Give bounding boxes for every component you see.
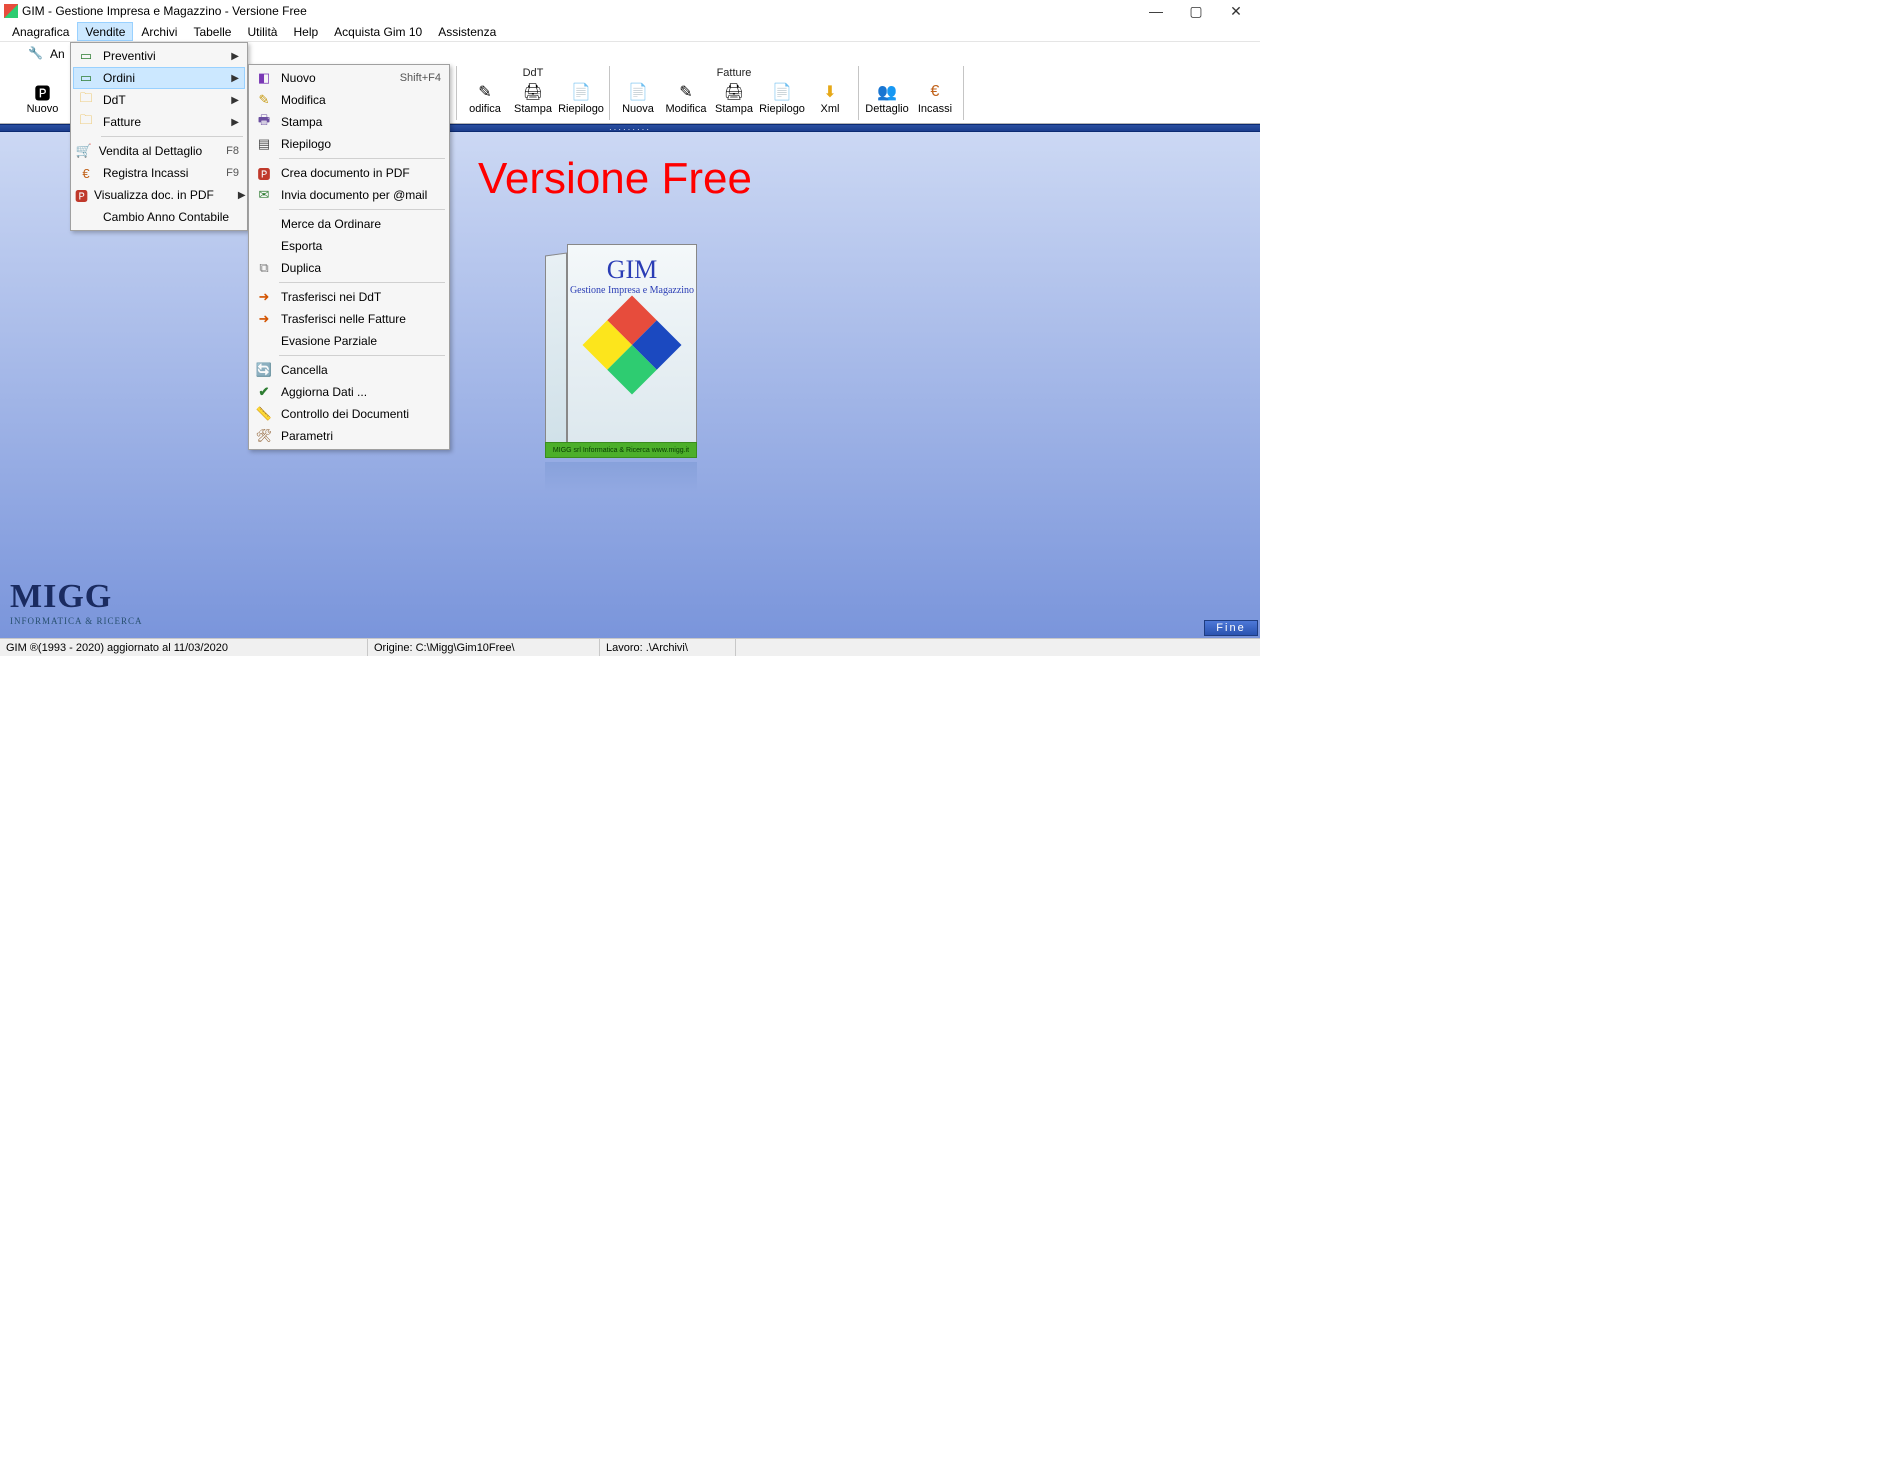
box-title: GIM — [607, 255, 658, 285]
edit-icon: ✎ — [253, 91, 275, 109]
blank-icon — [253, 332, 275, 350]
sub-trasf-ddt[interactable]: ➜ Trasferisci nei DdT — [251, 286, 447, 308]
menu-utilita[interactable]: Utilità — [239, 22, 285, 41]
menu-tabelle[interactable]: Tabelle — [185, 22, 239, 41]
sub-esporta[interactable]: Esporta — [251, 235, 447, 257]
tools-icon: 🛠 — [253, 427, 275, 445]
sub-merce-ordinare[interactable]: Merce da Ordinare — [251, 213, 447, 235]
toolbar-dettaglio[interactable]: 👥Dettaglio — [863, 80, 911, 117]
menu-archivi[interactable]: Archivi — [133, 22, 185, 41]
toolbar-ddt-stampa[interactable]: 🖨Stampa — [509, 80, 557, 117]
brand-logo: MIGG INFORMATICA & RICERCA — [10, 578, 143, 626]
sub-cancella[interactable]: 🔄 Cancella — [251, 359, 447, 381]
transfer-icon: ➜ — [253, 310, 275, 328]
folder-icon: 🗀 — [75, 113, 97, 131]
window-title: GIM - Gestione Impresa e Magazzino - Ver… — [22, 4, 307, 18]
sub-aggiorna[interactable]: ✔ Aggiorna Dati ... — [251, 381, 447, 403]
group-header-ddt: DdT — [523, 66, 544, 80]
summary-icon: ▤ — [253, 135, 275, 153]
brand-tagline: INFORMATICA & RICERCA — [10, 616, 143, 626]
menu-ddt[interactable]: 🗀 DdT▶ — [73, 89, 245, 111]
transfer-icon: ➜ — [253, 288, 275, 306]
check-icon: ✔ — [253, 383, 275, 401]
menu-visualizza-pdf[interactable]: 🅿 Visualizza doc. in PDF▶ — [73, 184, 245, 206]
toolbar-fat-modifica[interactable]: ✎Modifica — [662, 80, 710, 117]
toolbar-nuovo-prev[interactable]: 🅿Nuovo — [19, 80, 67, 117]
box-subtitle: Gestione Impresa e Magazzino — [570, 285, 694, 296]
print-icon: 🖶 — [253, 113, 275, 131]
blank-icon — [75, 208, 97, 226]
fine-button[interactable]: Fine — [1204, 620, 1258, 636]
duplicate-icon: ⧉ — [253, 259, 275, 277]
quick-icon[interactable]: 🔧 — [28, 46, 44, 62]
menu-help[interactable]: Help — [285, 22, 326, 41]
menu-acquista[interactable]: Acquista Gim 10 — [326, 22, 430, 41]
wallet-icon: € — [75, 164, 97, 182]
pdf-icon: 🅿 — [75, 186, 88, 204]
vendite-dropdown: ▭ Preventivi▶ ▭ Ordini▶ 🗀 DdT▶ 🗀 Fatture… — [70, 42, 248, 231]
close-button[interactable]: ✕ — [1216, 1, 1256, 21]
menu-vendite[interactable]: Vendite — [77, 22, 133, 41]
quick-label: An — [50, 47, 65, 61]
status-origin: Origine: C:\Migg\Gim10Free\ — [368, 639, 600, 656]
menu-preventivi[interactable]: ▭ Preventivi▶ — [73, 45, 245, 67]
sub-crea-pdf[interactable]: 🅿 Crea documento in PDF — [251, 162, 447, 184]
ruler-icon: 📏 — [253, 405, 275, 423]
toolbar-group-fatture: Fatture 📄Nuova ✎Modifica 🖨Stampa 📄Riepil… — [610, 66, 859, 120]
status-workdir: Lavoro: .\Archivi\ — [600, 639, 736, 656]
toolbar-fat-riepilogo[interactable]: 📄Riepilogo — [758, 80, 806, 117]
menu-vendita-dettaglio[interactable]: 🛒 Vendita al DettaglioF8 — [73, 140, 245, 162]
title-bar: GIM - Gestione Impresa e Magazzino - Ver… — [0, 0, 1260, 22]
menu-bar: Anagrafica Vendite Archivi Tabelle Utili… — [0, 22, 1260, 42]
toolbar-fat-nuova[interactable]: 📄Nuova — [614, 80, 662, 117]
sub-evasione[interactable]: Evasione Parziale — [251, 330, 447, 352]
status-version: GIM ®(1993 - 2020) aggiornato al 11/03/2… — [0, 639, 368, 656]
sub-riepilogo[interactable]: ▤ Riepilogo — [251, 133, 447, 155]
sub-controllo[interactable]: 📏 Controllo dei Documenti — [251, 403, 447, 425]
sub-duplica[interactable]: ⧉ Duplica — [251, 257, 447, 279]
new-icon: ◧ — [253, 69, 275, 87]
menu-registra-incassi[interactable]: € Registra IncassiF9 — [73, 162, 245, 184]
product-box-art: GIM Gestione Impresa e Magazzino MIGG sr… — [545, 244, 715, 464]
toolbar-fat-stampa[interactable]: 🖨Stampa — [710, 80, 758, 117]
menu-assistenza[interactable]: Assistenza — [430, 22, 504, 41]
sub-modifica[interactable]: ✎ Modifica — [251, 89, 447, 111]
toolbar-ddt-modifica[interactable]: ✎odifica — [461, 80, 509, 117]
menu-anagrafica[interactable]: Anagrafica — [4, 22, 77, 41]
minimize-button[interactable]: — — [1136, 1, 1176, 21]
mail-icon: ✉ — [253, 186, 275, 204]
sub-invia-mail[interactable]: ✉ Invia documento per @mail — [251, 184, 447, 206]
document-icon: ▭ — [75, 47, 97, 65]
group-header-fatture: Fatture — [717, 66, 752, 80]
app-icon — [4, 4, 18, 18]
blank-icon — [253, 215, 275, 233]
sub-stampa[interactable]: 🖶 Stampa — [251, 111, 447, 133]
menu-cambio-anno[interactable]: Cambio Anno Contabile — [73, 206, 245, 228]
sub-trasf-fatture[interactable]: ➜ Trasferisci nelle Fatture — [251, 308, 447, 330]
brand-name: MIGG — [10, 578, 143, 616]
maximize-button[interactable]: ▢ — [1176, 1, 1216, 21]
document-icon: ▭ — [75, 69, 97, 87]
toolbar-ddt-riepilogo[interactable]: 📄Riepilogo — [557, 80, 605, 117]
toolbar-group-misc: 👥Dettaglio €Incassi — [859, 66, 964, 120]
box-footer: MIGG srl Informatica & Ricerca www.migg.… — [545, 442, 697, 458]
delete-icon: 🔄 — [253, 361, 275, 379]
headline: Versione Free — [478, 154, 752, 204]
menu-fatture[interactable]: 🗀 Fatture▶ — [73, 111, 245, 133]
toolbar-group-ddt: DdT ✎odifica 🖨Stampa 📄Riepilogo — [456, 66, 610, 120]
pdf-icon: 🅿 — [253, 164, 275, 182]
toolbar-incassi[interactable]: €Incassi — [911, 80, 959, 117]
menu-ordini[interactable]: ▭ Ordini▶ — [73, 67, 245, 89]
cart-icon: 🛒 — [75, 142, 93, 160]
ordini-submenu: ◧ NuovoShift+F4 ✎ Modifica 🖶 Stampa ▤ Ri… — [248, 64, 450, 450]
toolbar-group-preventivi: 🅿Nuovo — [8, 66, 78, 120]
folder-icon: 🗀 — [75, 91, 97, 109]
status-bar: GIM ®(1993 - 2020) aggiornato al 11/03/2… — [0, 638, 1260, 656]
sub-parametri[interactable]: 🛠 Parametri — [251, 425, 447, 447]
toolbar-fat-xml[interactable]: ⬇Xml — [806, 80, 854, 117]
sub-nuovo[interactable]: ◧ NuovoShift+F4 — [251, 67, 447, 89]
blank-icon — [253, 237, 275, 255]
